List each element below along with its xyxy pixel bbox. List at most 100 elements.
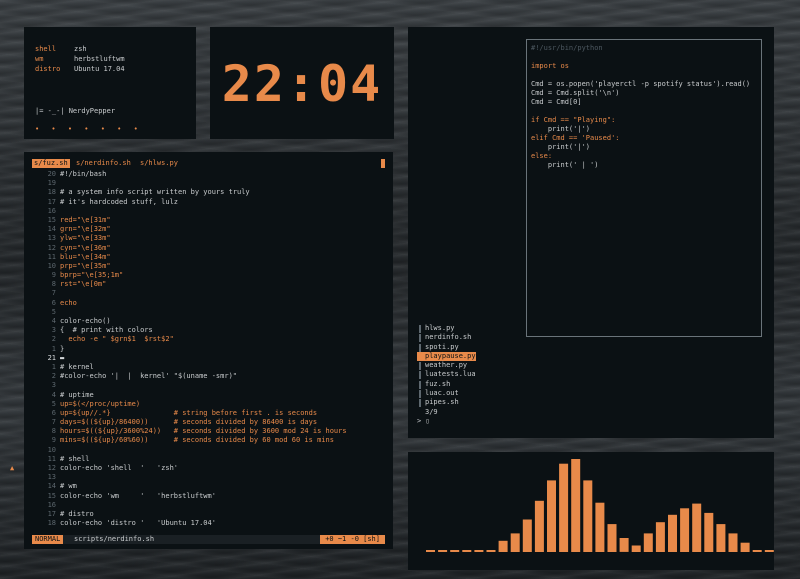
python-line: Cmd = Cmd.split('\n') — [531, 89, 620, 97]
code-line[interactable]: 18 color-echo 'distro ' 'Ubuntu 17.04' — [32, 519, 385, 528]
code-line[interactable]: 16 — [32, 501, 385, 510]
code-line[interactable]: 13 — [32, 473, 385, 482]
file-item[interactable]: hlws.py — [417, 324, 476, 333]
code-line[interactable]: 1} — [32, 345, 385, 354]
code-line[interactable]: 2 #color-echo '| | kernel' "$(uname -smr)… — [32, 372, 385, 381]
code-line[interactable]: 1 # kernel — [32, 363, 385, 372]
code-line[interactable]: 15 color-echo 'wm ' 'herbstluftwm' — [32, 492, 385, 501]
code-line[interactable]: 4 # uptime — [32, 391, 385, 400]
line-text: { # print with colors — [60, 326, 153, 335]
code-line[interactable]: ▲ 12 color-echo 'shell ' 'zsh' — [10, 464, 385, 473]
sysinfo-value: Ubuntu 17.04 — [74, 65, 125, 73]
code-line[interactable]: 16 — [32, 207, 385, 216]
line-text: # wm — [60, 482, 77, 491]
code-line[interactable]: 10 prp="\e[35m" — [32, 262, 385, 271]
file-item-marker — [419, 334, 421, 343]
file-list[interactable]: hlws.py nerdinfo.sh spoti.py playpause.py we… — [417, 324, 476, 408]
code-line[interactable]: 9 mins=$((${up}/60%60)) # seconds divided… — [32, 436, 385, 445]
line-number: 14 — [47, 225, 56, 234]
line-number: 20 — [47, 170, 56, 178]
file-item-label: luatests.lua — [425, 370, 476, 379]
visualizer-bar — [619, 538, 629, 552]
line-text: # shell — [60, 454, 90, 463]
line-number: 11 — [47, 454, 56, 463]
code-line[interactable]: 14 grn="\e[32m" — [32, 225, 385, 234]
file-item[interactable]: spoti.py — [417, 343, 476, 352]
file-count: 3/9 — [425, 407, 438, 416]
line-number: 13 — [47, 234, 56, 243]
sysinfo-key: wm — [35, 55, 44, 63]
line-text: blu="\e[34m" — [60, 252, 111, 261]
code-line[interactable]: 11 blu="\e[34m" — [32, 253, 385, 262]
code-line[interactable]: 5 up=$(</proc/uptime) — [32, 400, 385, 409]
code-line[interactable]: 15 red="\e[31m" — [32, 216, 385, 225]
file-item-marker — [419, 380, 421, 389]
code-line[interactable]: 11 # shell — [32, 455, 385, 464]
file-item[interactable]: fuz.sh — [417, 380, 476, 389]
file-item[interactable]: luatests.lua — [417, 370, 476, 380]
visualizer-bar — [547, 480, 556, 552]
file-item[interactable]: playpause.py — [417, 351, 476, 362]
python-line: #!/usr/bin/python — [531, 44, 603, 52]
python-line: if Cmd == "Playing": — [531, 116, 616, 124]
sysinfo-row-wm: wm herbstluftwm — [35, 54, 125, 64]
code-line[interactable]: 19 — [32, 179, 385, 188]
line-number: 15 — [47, 215, 56, 224]
prompt-symbol: > — [417, 416, 422, 425]
file-item-label: fuz.sh — [425, 379, 451, 388]
code-line[interactable]: 17 # distro — [32, 510, 385, 519]
sysinfo-rows: shell zsh wm herbstluftwm distro Ubuntu 17.… — [35, 44, 125, 74]
code-line[interactable]: 8 rst="\e[0m" — [32, 280, 385, 289]
visualizer-bar — [462, 550, 472, 552]
file-item[interactable]: weather.py — [417, 361, 476, 371]
code-line[interactable]: 13 ylw="\e[33m" — [32, 234, 385, 243]
file-item-marker — [419, 390, 421, 399]
code-line[interactable]: 20 #!/bin/bash — [32, 170, 385, 179]
code-line[interactable]: 4 color-echo() — [32, 317, 385, 326]
code-line[interactable]: 6 up=${up//.*} # string before first . is… — [32, 409, 385, 418]
code-line[interactable]: 5 — [32, 308, 385, 317]
color-dots: • • • • • • • — [35, 125, 142, 133]
tab-hlws[interactable]: s/hlws.py — [138, 159, 180, 168]
terminal-panel[interactable]: #!/usr/bin/python import os Cmd = os.popen… — [408, 27, 774, 438]
file-picker[interactable]: hlws.py nerdinfo.sh spoti.py playpause.py we… — [417, 324, 476, 426]
code-line[interactable]: 3 { # print with colors — [32, 326, 385, 335]
line-number: 19 — [47, 179, 56, 188]
tab-bar: s/fuz.sh s/nerdinfo.sh s/hlws.py — [32, 159, 385, 168]
code-line[interactable]: 18 # a system info script written by your… — [32, 188, 385, 197]
line-text: echo -e " $grn$1 $rst$2" — [60, 335, 174, 344]
cursor-block: ▯ — [425, 416, 430, 425]
file-item[interactable]: pipes.sh — [417, 398, 476, 408]
line-number: 4 — [51, 390, 56, 399]
code-area[interactable]: 20 #!/bin/bash 19 18 # a system info script … — [10, 170, 385, 528]
file-item-label: weather.py — [425, 361, 468, 370]
code-line[interactable]: 6 echo — [32, 299, 385, 308]
status-filename: scripts/nerdinfo.sh — [74, 535, 155, 543]
tab-fuz[interactable]: s/fuz.sh — [32, 159, 70, 168]
python-code: #!/usr/bin/python import os Cmd = os.popen… — [531, 44, 750, 170]
code-line[interactable]: 9 bprp="\e[35;1m" — [32, 271, 385, 280]
line-number: 12 — [47, 243, 56, 252]
code-line[interactable]: 7 — [32, 289, 385, 298]
vim-editor-window[interactable]: s/fuz.sh s/nerdinfo.sh s/hlws.py 20 #!/bi… — [10, 152, 393, 549]
file-item[interactable]: nerdinfo.sh — [417, 333, 476, 343]
tab-nerdinfo[interactable]: s/nerdinfo.sh — [74, 159, 133, 168]
code-line[interactable]: 2 echo -e " $grn$1 $rst$2" — [32, 335, 385, 344]
visualizer-bar — [728, 533, 738, 552]
code-line[interactable]: 12 cyn="\e[36m" — [32, 244, 385, 253]
code-line[interactable]: 3 — [32, 381, 385, 390]
code-line[interactable]: 7 days=$((${up}/86400)) # seconds divided… — [32, 418, 385, 427]
fuzzy-prompt[interactable]: > ▯ — [417, 417, 476, 426]
code-line[interactable]: 10 — [32, 446, 385, 455]
line-number: 14 — [47, 482, 56, 491]
line-number: 6 — [51, 298, 56, 307]
code-line[interactable]: 21 ▬ — [32, 354, 385, 363]
line-number: 2 — [51, 335, 56, 344]
file-item[interactable]: luac.out — [417, 389, 476, 399]
code-line[interactable]: 8 hours=$((${up}/3600%24)) # seconds divi… — [32, 427, 385, 436]
code-line[interactable]: 14 # wm — [32, 482, 385, 491]
file-item-label: playpause.py — [425, 351, 476, 360]
sysinfo-panel: shell zsh wm herbstluftwm distro Ubuntu 17.… — [24, 27, 196, 139]
line-text: mins=$((${up}/60%60)) # seconds divided … — [60, 436, 334, 445]
code-line[interactable]: 17 # it's hardcoded stuff, lulz — [32, 198, 385, 207]
